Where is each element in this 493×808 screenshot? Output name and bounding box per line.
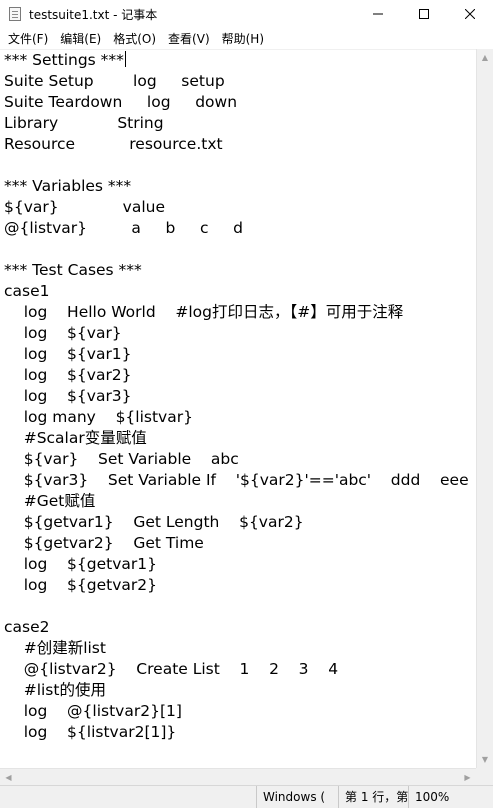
- editor-line: case2: [4, 618, 50, 636]
- editor-line: log many ${listvar}: [4, 408, 193, 426]
- editor-line: log Hello World #log打印日志，【#】可用于注释: [4, 303, 404, 321]
- text-editor[interactable]: *** Settings *** Suite Setup log setup Sui…: [0, 50, 476, 768]
- menu-file[interactable]: 文件(F): [0, 30, 54, 47]
- editor-line: *** Variables ***: [4, 177, 132, 195]
- status-line-ending: Windows (: [256, 786, 333, 808]
- minimize-icon: [373, 13, 383, 15]
- scroll-left-icon[interactable]: ◀: [0, 769, 17, 785]
- editor-line: log ${var1}: [4, 345, 132, 363]
- editor-line: log @{listvar2}[1]: [4, 702, 182, 720]
- scrollbar-corner: [476, 768, 493, 785]
- editor-line: #创建新list: [4, 639, 106, 657]
- editor-line: @{listvar2} Create List 1 2 3 4: [4, 660, 339, 678]
- editor-line: #list的使用: [4, 681, 106, 699]
- editor-line: ${getvar2} Get Time: [4, 534, 204, 552]
- text-caret: [124, 51, 126, 67]
- status-bar: Windows ( 第 1 行，第 100%: [0, 785, 493, 808]
- editor-line: #Get赋值: [4, 492, 96, 510]
- scroll-up-icon[interactable]: ▲: [477, 49, 493, 66]
- menu-bar: 文件(F) 编辑(E) 格式(O) 查看(V) 帮助(H): [0, 28, 493, 50]
- scroll-right-icon[interactable]: ▶: [459, 769, 476, 785]
- menu-view[interactable]: 查看(V): [162, 30, 216, 47]
- editor-line: log ${getvar2}: [4, 576, 157, 594]
- editor-line: ${getvar1} Get Length ${var2}: [4, 513, 304, 531]
- menu-edit[interactable]: 编辑(E): [54, 30, 107, 47]
- horizontal-scrollbar[interactable]: ◀ ▶: [0, 768, 476, 785]
- editor-line: log ${var2}: [4, 366, 132, 384]
- editor-line: Suite Setup log setup: [4, 72, 225, 90]
- status-cursor-position: 第 1 行，第: [338, 786, 408, 808]
- maximize-icon: [419, 9, 429, 19]
- window-title: testsuite1.txt - 记事本: [29, 7, 158, 22]
- window-controls: [355, 0, 493, 28]
- editor-line: log ${var}: [4, 324, 122, 342]
- editor-line: @{listvar} a b c d: [4, 219, 243, 237]
- notepad-icon: [9, 7, 21, 21]
- editor-line: log ${listvar2[1]}: [4, 723, 177, 741]
- editor-line: *** Test Cases ***: [4, 261, 142, 279]
- vertical-scrollbar[interactable]: ▲ ▼: [476, 49, 493, 768]
- editor-line: ${var} value: [4, 198, 166, 216]
- status-zoom: 100%: [408, 786, 493, 808]
- editor-line: case1: [4, 282, 50, 300]
- menu-format[interactable]: 格式(O): [107, 30, 162, 47]
- editor-line: log ${var3}: [4, 387, 132, 405]
- close-icon: [465, 9, 475, 19]
- minimize-button[interactable]: [355, 0, 401, 28]
- title-bar: testsuite1.txt - 记事本: [0, 0, 493, 29]
- editor-line: *** Settings ***: [4, 51, 126, 69]
- editor-line: ${var3} Set Variable If '${var2}'=='abc'…: [4, 471, 469, 489]
- scroll-down-icon[interactable]: ▼: [477, 751, 493, 768]
- editor-line: Suite Teardown log down: [4, 93, 238, 111]
- editor-line: Resource resource.txt: [4, 135, 223, 153]
- menu-help[interactable]: 帮助(H): [216, 30, 270, 47]
- editor-line: ${var} Set Variable abc: [4, 450, 239, 468]
- editor-line: log ${getvar1}: [4, 555, 157, 573]
- editor-line: #Scalar变量赋值: [4, 429, 147, 447]
- close-button[interactable]: [447, 0, 493, 28]
- maximize-button[interactable]: [401, 0, 447, 28]
- editor-line: Library String: [4, 114, 164, 132]
